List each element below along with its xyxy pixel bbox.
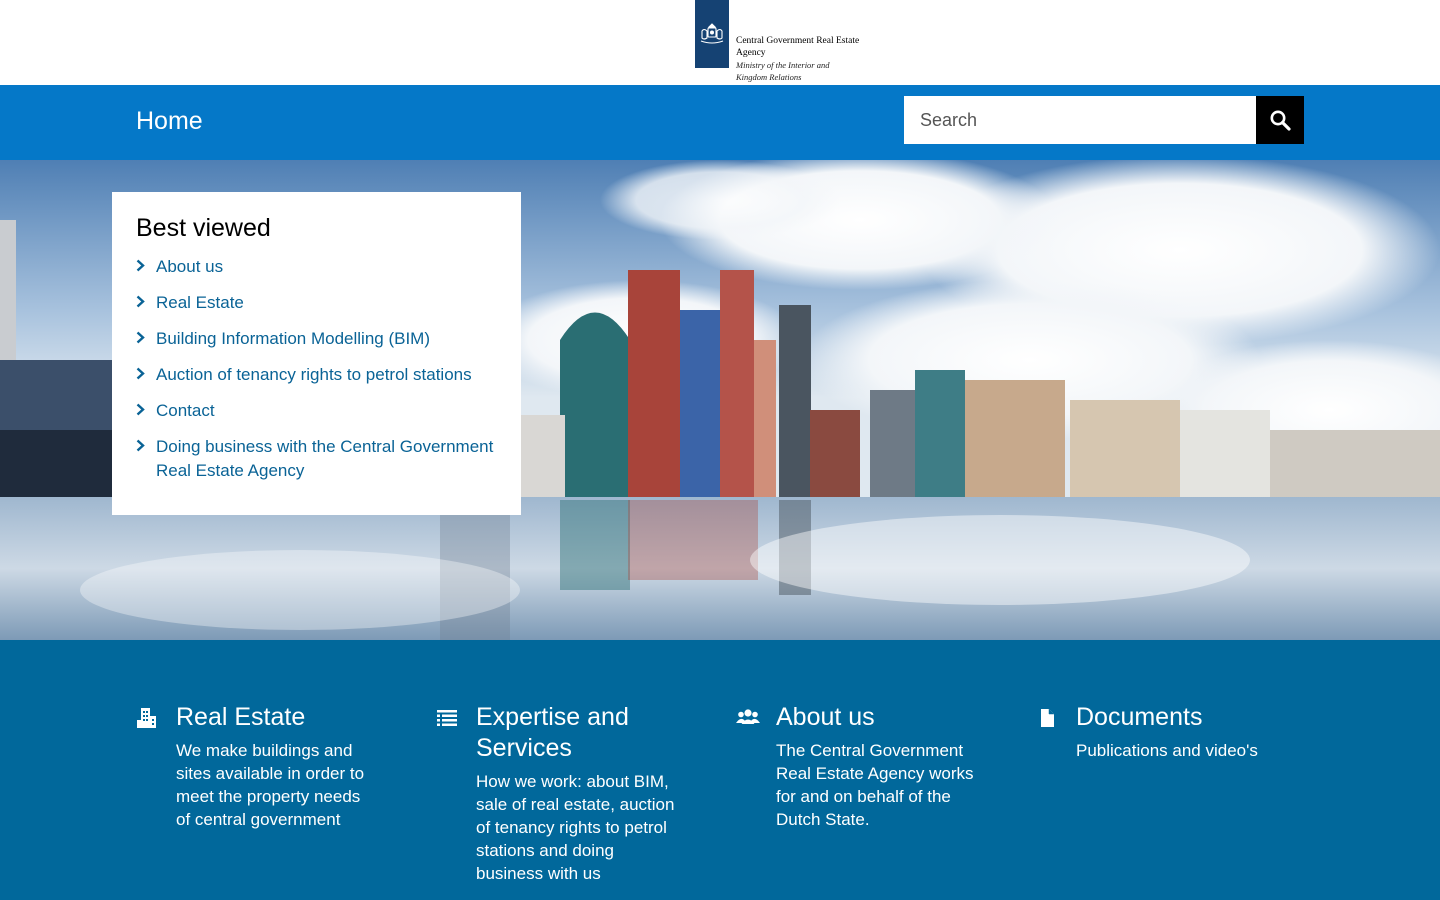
logo-line-4: Kingdom Relations [736,72,802,82]
search-form [904,96,1304,144]
best-viewed-title: Best viewed [136,214,271,242]
chevron-right-icon [136,291,156,313]
section-title-documents[interactable]: Documents [1076,702,1276,733]
best-viewed-link-bim[interactable]: Building Information Modelling (BIM) [156,327,430,351]
list-item: Building Information Modelling (BIM) [136,327,497,351]
section-text-documents: Publications and video's [1076,741,1258,760]
section-real-estate: Real Estate We make buildings and sites … [136,702,376,831]
list-item: Doing business with the Central Governme… [136,435,497,483]
list-item: About us [136,255,497,279]
best-viewed-panel: Best viewed About us Real Estate Buildin… [112,192,521,515]
best-viewed-link-petrol-auction[interactable]: Auction of tenancy rights to petrol stat… [156,363,472,387]
section-documents: Documents Publications and video's [1036,702,1276,762]
section-title-about-us[interactable]: About us [776,702,976,733]
document-icon [1036,707,1058,729]
list-item: Real Estate [136,291,497,315]
list-icon [436,707,458,729]
logo-line-2: Agency [736,48,766,58]
site-header: Central Government Real Estate Agency Mi… [0,0,1440,85]
section-expertise: Expertise and Services How we work: abou… [436,702,676,885]
section-about-us: About us The Central Government Real Est… [736,702,976,831]
best-viewed-link-doing-business[interactable]: Doing business with the Central Governme… [156,435,497,483]
building-icon [136,707,158,729]
best-viewed-link-real-estate[interactable]: Real Estate [156,291,244,315]
coat-of-arms-icon [695,0,729,68]
search-icon [1270,110,1291,131]
logo-text: Central Government Real Estate Agency Mi… [736,0,859,83]
people-icon [736,707,760,729]
chevron-right-icon [136,363,156,385]
section-text-about-us: The Central Government Real Estate Agenc… [776,741,974,829]
chevron-right-icon [136,435,156,457]
section-title-real-estate[interactable]: Real Estate [176,702,376,733]
main-navigation: Home [0,85,1440,160]
chevron-right-icon [136,255,156,277]
best-viewed-link-contact[interactable]: Contact [156,399,215,423]
logo-line-3: Ministry of the Interior and [736,60,830,70]
chevron-right-icon [136,399,156,421]
section-title-expertise[interactable]: Expertise and Services [476,702,676,764]
search-input[interactable] [904,96,1256,144]
search-button[interactable] [1256,96,1304,144]
best-viewed-list: About us Real Estate Building Informatio… [136,255,497,483]
chevron-right-icon [136,327,156,349]
site-logo[interactable]: Central Government Real Estate Agency Mi… [695,0,859,83]
list-item: Contact [136,399,497,423]
logo-line-1: Central Government Real Estate [736,36,860,46]
section-text-expertise: How we work: about BIM, sale of real est… [476,772,675,883]
list-item: Auction of tenancy rights to petrol stat… [136,363,497,387]
best-viewed-link-about-us[interactable]: About us [156,255,223,279]
hero-banner: Best viewed About us Real Estate Buildin… [0,160,1440,640]
nav-home-link[interactable]: Home [136,107,203,136]
section-overview: Real Estate We make buildings and sites … [0,640,1440,900]
section-text-real-estate: We make buildings and sites available in… [176,741,365,829]
